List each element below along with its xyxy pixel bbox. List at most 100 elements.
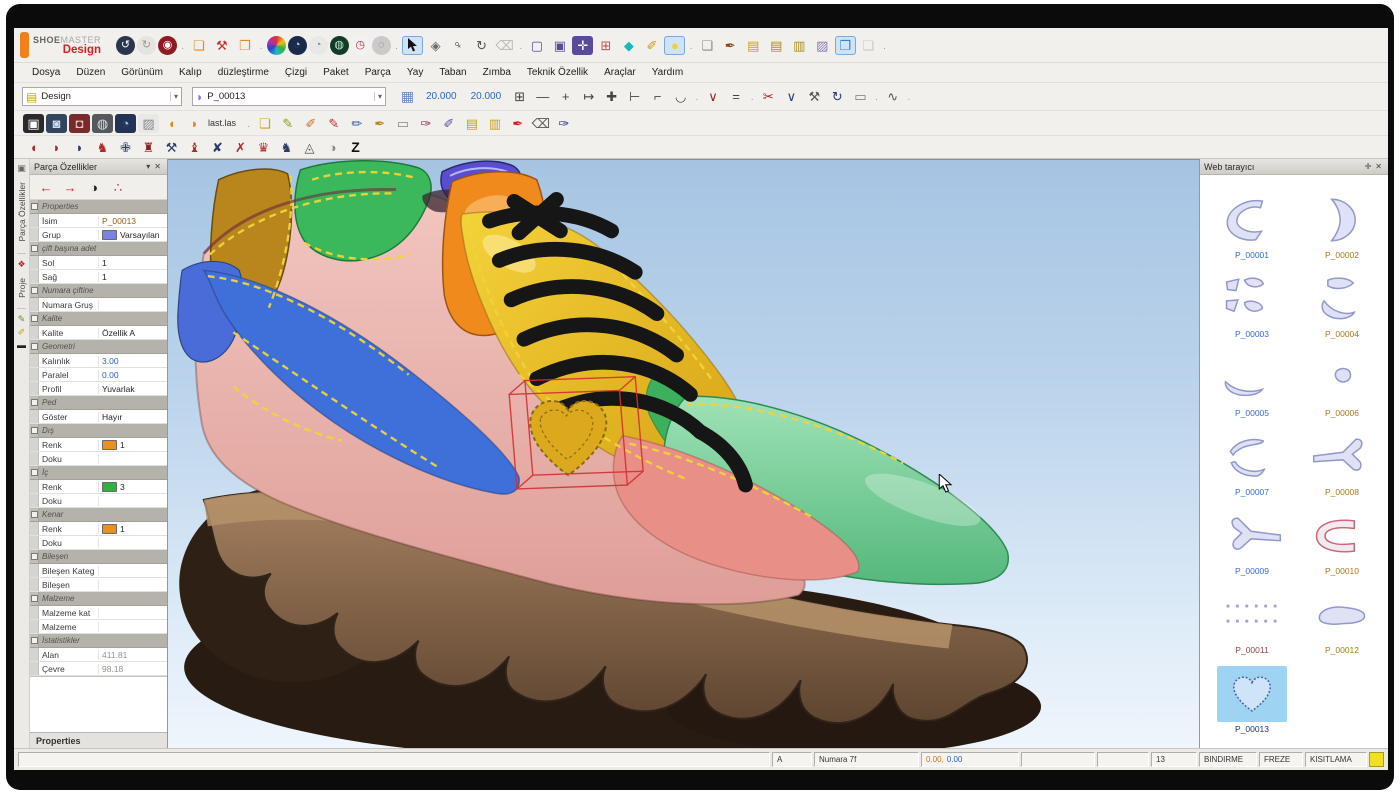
section-header[interactable]: Kenar [30, 508, 167, 522]
color-swatch[interactable] [102, 482, 117, 492]
rotate-view-icon[interactable]: ↻ [471, 36, 492, 55]
menu-item-ara-lar[interactable]: Araçlar [596, 67, 644, 78]
doc-cut-icon[interactable]: ▤ [766, 36, 787, 55]
menu-item-teknik-zellik[interactable]: Teknik Özellik [519, 67, 596, 78]
property-row[interactable]: Numara Gruş [30, 298, 167, 312]
part-thumbnail-p_00010[interactable]: P_00010 [1300, 497, 1384, 576]
menu-item-kal-p[interactable]: Kalıp [171, 67, 210, 78]
section-header[interactable]: Properties [30, 200, 167, 214]
property-value[interactable]: 1 [99, 272, 167, 282]
property-row[interactable]: KaliteÖzellik A [30, 326, 167, 340]
status-cell-kisitlama[interactable]: KISITLAMA [1305, 752, 1367, 767]
scatter-points-icon[interactable]: ∴ [109, 178, 127, 197]
flat-view-icon[interactable]: ▨ [138, 114, 159, 133]
zimba-spin-icon[interactable]: ◬ [299, 138, 320, 157]
property-row[interactable]: Paralel0.00 [30, 368, 167, 382]
knife-icon[interactable]: ✐ [641, 36, 662, 55]
property-value[interactable]: 98.18 [99, 664, 167, 674]
part-thumbnail-p_00012[interactable]: P_00012 [1300, 576, 1384, 655]
menu-item-dosya[interactable]: Dosya [24, 67, 68, 78]
ghost-doc-icon[interactable]: ❏ [858, 36, 879, 55]
open-folder-icon[interactable]: ❏ [188, 36, 209, 55]
property-value[interactable]: P_00013 [99, 216, 167, 226]
pencil-gold-icon[interactable]: ✐ [18, 327, 26, 337]
doc-stamp-icon[interactable]: ▨ [812, 36, 833, 55]
property-row[interactable]: Renk1 [30, 438, 167, 452]
section-header[interactable]: Kalite [30, 312, 167, 326]
part-thumbnail-p_00004[interactable]: P_00004 [1300, 260, 1384, 339]
menu-item--izgi[interactable]: Çizgi [277, 67, 315, 78]
active-part-icon[interactable]: ❒ [835, 36, 856, 55]
nav-back-icon[interactable]: ← [37, 178, 55, 197]
pin-icon[interactable]: ✛ [1363, 162, 1374, 171]
corner-icon[interactable]: ⌐ [647, 87, 668, 106]
pen-gold-icon[interactable]: ✒ [369, 114, 390, 133]
property-row[interactable]: Kalınlık3.00 [30, 354, 167, 368]
folder-pencil-icon[interactable]: ❏ [254, 114, 275, 133]
zimba-hook3-icon[interactable]: ◗ [69, 138, 90, 157]
bulb-icon[interactable]: ● [664, 36, 685, 55]
move-icon[interactable]: ◈ [425, 36, 446, 55]
property-row[interactable]: ProfilYuvarlak [30, 382, 167, 396]
menu-item-yard-m[interactable]: Yardım [644, 67, 692, 78]
property-value[interactable]: Özellik A [99, 328, 167, 338]
color-swatch[interactable] [102, 440, 117, 450]
save-icon[interactable]: ❐ [234, 36, 255, 55]
pencil-green-icon[interactable]: ✎ [277, 114, 298, 133]
thumbnail-shape[interactable] [1217, 350, 1287, 406]
property-row[interactable]: İsimP_00013 [30, 214, 167, 228]
zimba-claw-icon[interactable]: ♞ [92, 138, 113, 157]
mirror-curve-icon[interactable]: ∨ [703, 87, 724, 106]
panel-minimize-icon[interactable]: ▾ [144, 162, 152, 171]
texture-sphere-icon[interactable]: ◔ [309, 36, 328, 55]
section-header[interactable]: İstatistikler [30, 634, 167, 648]
part-selector[interactable]: ◗ P_00013 ▾ [192, 87, 386, 106]
clock-icon[interactable]: ◷ [351, 36, 370, 55]
property-value[interactable]: Varsayılan [99, 230, 167, 240]
thumbnail-shape[interactable] [1307, 271, 1377, 327]
menu-item-yay[interactable]: Yay [399, 67, 432, 78]
menu-item-paket[interactable]: Paket [315, 67, 357, 78]
bluepen-icon[interactable]: ✑ [553, 114, 574, 133]
property-value[interactable]: 1 [99, 258, 167, 268]
shape-pill-icon[interactable]: ▭ [392, 114, 413, 133]
status-cell-bindirme[interactable]: BINDIRME [1199, 752, 1257, 767]
part-thumbnail-p_00006[interactable]: P_00006 [1300, 339, 1384, 418]
pen-blue-icon[interactable]: ✏ [346, 114, 367, 133]
zimba-ball-icon[interactable]: ◑ [322, 138, 343, 157]
abort-icon[interactable]: ◉ [158, 36, 177, 55]
gem-icon[interactable]: ◆ [618, 36, 639, 55]
point-grid-icon[interactable]: ⊞ [509, 87, 530, 106]
status-cell-freze[interactable]: FREZE [1259, 752, 1303, 767]
property-row[interactable]: Renk1 [30, 522, 167, 536]
property-row[interactable]: Çevre98.18 [30, 662, 167, 676]
part-thumbnail-p_00013[interactable]: P_00013 [1210, 655, 1294, 734]
part-thumbnail-p_00008[interactable]: P_00008 [1300, 418, 1384, 497]
thumbnail-shape[interactable] [1307, 429, 1377, 485]
property-row[interactable]: Renk3 [30, 480, 167, 494]
property-value[interactable]: 411.81 [99, 650, 167, 660]
part-thumbnail-p_00007[interactable]: P_00007 [1210, 418, 1294, 497]
thumbnail-shape[interactable] [1217, 429, 1287, 485]
avatar-view-icon[interactable]: ◙ [46, 114, 67, 133]
property-value[interactable]: Hayır [99, 412, 167, 422]
sheet-yellow2-icon[interactable]: ▥ [484, 114, 505, 133]
property-row[interactable]: Doku [30, 536, 167, 550]
property-value[interactable]: 1 [99, 524, 167, 534]
property-row[interactable]: GrupVarsayılan [30, 228, 167, 242]
thumbnail-shape[interactable] [1217, 192, 1287, 248]
weld-icon[interactable]: ⚒ [804, 87, 825, 106]
section-header[interactable]: Bileşen [30, 550, 167, 564]
zimba-punch-icon[interactable]: ♝ [184, 138, 205, 157]
section-header[interactable]: Numara çiftine [30, 284, 167, 298]
select-cursor-icon[interactable] [402, 36, 423, 55]
thumbnail-shape[interactable] [1217, 271, 1287, 327]
color-swatch[interactable] [102, 230, 117, 240]
menu-item-d-zen[interactable]: Düzen [68, 67, 113, 78]
grid-size-icon[interactable]: ▦ [397, 87, 418, 106]
view-2d-icon[interactable]: ▣ [549, 36, 570, 55]
nav-forward-icon[interactable]: → [61, 178, 79, 197]
last-part-icon[interactable]: ◖ [161, 114, 182, 133]
redo-icon[interactable]: ↻ [137, 36, 156, 55]
property-row[interactable]: Doku [30, 452, 167, 466]
